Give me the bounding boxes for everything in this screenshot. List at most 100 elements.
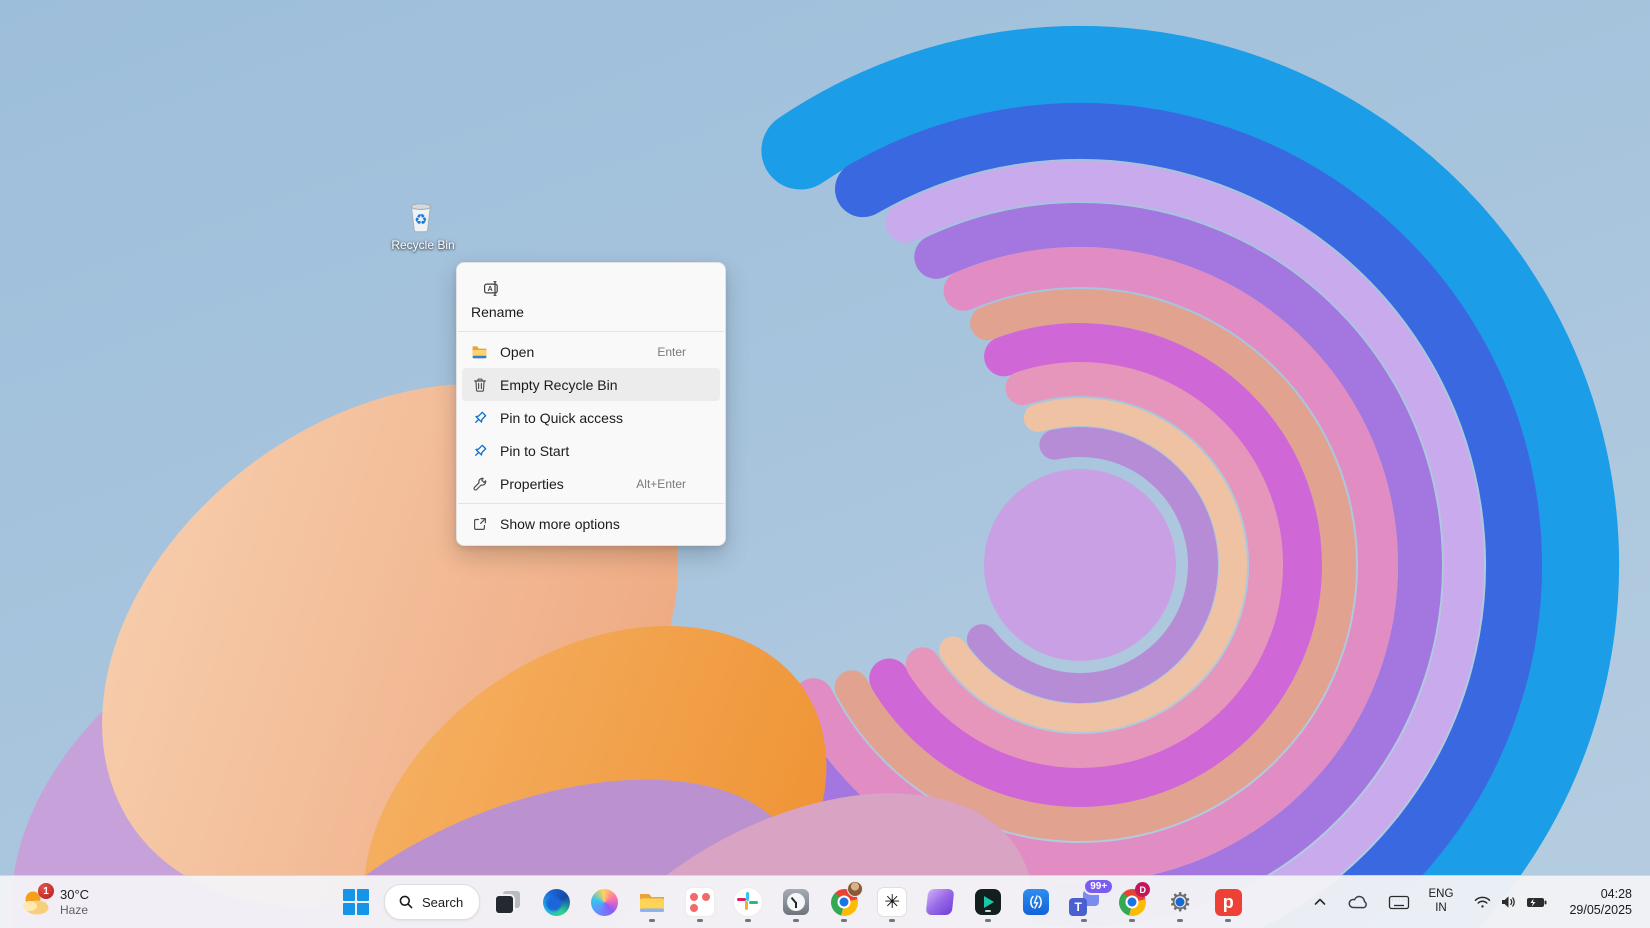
taskbar-app-sync[interactable] [1016,880,1056,924]
running-indicator [793,919,799,922]
system-tray: ENG IN 04:28 [1309,876,1644,928]
context-menu: A Rename Open Enter [456,262,726,546]
menu-item-empty-recycle-bin[interactable]: Empty Recycle Bin [462,368,720,401]
language-switcher[interactable]: ENG IN [1426,884,1457,920]
running-indicator [841,919,847,922]
battery-charging-icon [1526,894,1548,910]
taskbar-app-settings[interactable]: ⚙ [1160,880,1200,924]
settings-gear-icon: ⚙ [1165,887,1195,917]
taskbar-app-file-explorer[interactable] [632,880,672,924]
keyboard-icon [1388,894,1410,911]
windows-logo-icon [343,889,369,915]
desktop: ♻ Recycle Bin A Rename [0,0,1650,928]
copilot-icon [591,889,618,916]
menu-item-pin-to-quick-access[interactable]: Pin to Quick access [462,401,720,434]
menu-item-pin-to-start[interactable]: Pin to Start [462,434,720,467]
trash-icon [471,376,488,393]
running-indicator [889,919,895,922]
profile-avatar [847,881,863,897]
clock-date-button[interactable]: 04:28 29/05/2025 [1565,884,1636,920]
pin-icon [471,409,488,426]
taskbar-app-edge[interactable] [536,880,576,924]
weather-condition: Haze [60,903,89,917]
menu-item-open[interactable]: Open Enter [462,335,720,368]
recycle-bin-desktop-icon[interactable]: ♻ Recycle Bin [388,194,458,252]
pin-icon [471,442,488,459]
search-box[interactable]: Search [384,884,480,920]
menu-item-label: Properties [500,476,564,492]
weather-text: 30°C Haze [60,887,89,917]
wrench-icon [471,475,488,492]
weather-temperature: 30°C [60,887,89,903]
chrome-profile-badge: D [1135,882,1150,897]
taskbar: 1 30°C Haze Search [0,875,1650,928]
show-more-options-icon [471,515,488,532]
menu-item-label: Pin to Quick access [500,410,623,426]
filmora-icon [926,889,955,915]
taskbar-app-filmora[interactable] [920,880,960,924]
chevron-up-icon [1312,894,1328,910]
running-indicator [985,919,991,922]
taskbar-app-asana[interactable] [680,880,720,924]
start-button[interactable] [336,880,376,924]
running-indicator [1225,919,1231,922]
taskbar-app-copilot[interactable] [584,880,624,924]
taskbar-app-chrome-work[interactable]: D [1112,880,1152,924]
running-indicator [1129,919,1135,922]
widget-notification-badge: 1 [38,883,54,899]
taskbar-app-picsart[interactable]: p [1208,880,1248,924]
quick-settings-button[interactable] [1469,884,1552,920]
rename-button[interactable]: A [477,275,507,301]
menu-item-show-more-options[interactable]: Show more options [462,507,720,540]
taskbar-app-medal[interactable] [968,880,1008,924]
svg-text:A: A [488,286,493,293]
taskbar-app-clock[interactable] [776,880,816,924]
picsart-icon: p [1215,889,1242,916]
menu-separator [458,331,724,332]
menu-item-label: Empty Recycle Bin [500,377,617,393]
taskbar-app-chatgpt[interactable]: ✳ [872,880,912,924]
task-view-icon [495,889,521,915]
context-menu-top-row: A Rename [457,269,725,328]
menu-item-shortcut: Enter [657,345,712,359]
recycle-bin-label: Recycle Bin [391,238,454,252]
weather-icon: 1 [20,886,52,918]
teams-notification-badge: 99+ [1083,878,1114,895]
folder-icon [471,343,488,360]
volume-icon [1500,894,1518,910]
recycle-bin-icon: ♻ [404,194,442,236]
taskbar-app-chrome-profile[interactable] [824,880,864,924]
rename-label: Rename [471,304,725,320]
touch-keyboard-button[interactable] [1385,884,1413,920]
search-label: Search [422,895,463,910]
task-view-button[interactable] [488,880,528,924]
tray-time: 04:28 [1601,886,1632,902]
wallpaper-bloom [0,0,1650,928]
language-line1: ENG [1429,888,1454,902]
wifi-icon [1473,894,1492,910]
slack-icon [733,887,763,917]
menu-item-shortcut: Alt+Enter [636,477,712,491]
sync-app-icon [1023,889,1049,915]
running-indicator [1081,919,1087,922]
taskbar-app-teams[interactable]: 99+ [1064,880,1104,924]
rename-icon: A [483,280,501,297]
menu-separator [458,503,724,504]
taskbar-center: Search [336,876,1248,928]
running-indicator [649,919,655,922]
clock-app-icon [783,889,809,915]
chatgpt-icon: ✳ [877,887,907,917]
widgets-button[interactable]: 1 30°C Haze [10,876,99,928]
menu-item-label: Open [500,344,534,360]
language-line2: IN [1435,902,1447,916]
tray-chevron-button[interactable] [1309,884,1331,920]
tray-date: 29/05/2025 [1569,902,1632,918]
onedrive-button[interactable] [1344,884,1372,920]
running-indicator [745,919,751,922]
search-icon [398,894,414,910]
edge-icon [543,889,570,916]
menu-item-properties[interactable]: Properties Alt+Enter [462,467,720,500]
taskbar-app-slack[interactable] [728,880,768,924]
medal-play-icon [975,889,1001,915]
running-indicator [1177,919,1183,922]
